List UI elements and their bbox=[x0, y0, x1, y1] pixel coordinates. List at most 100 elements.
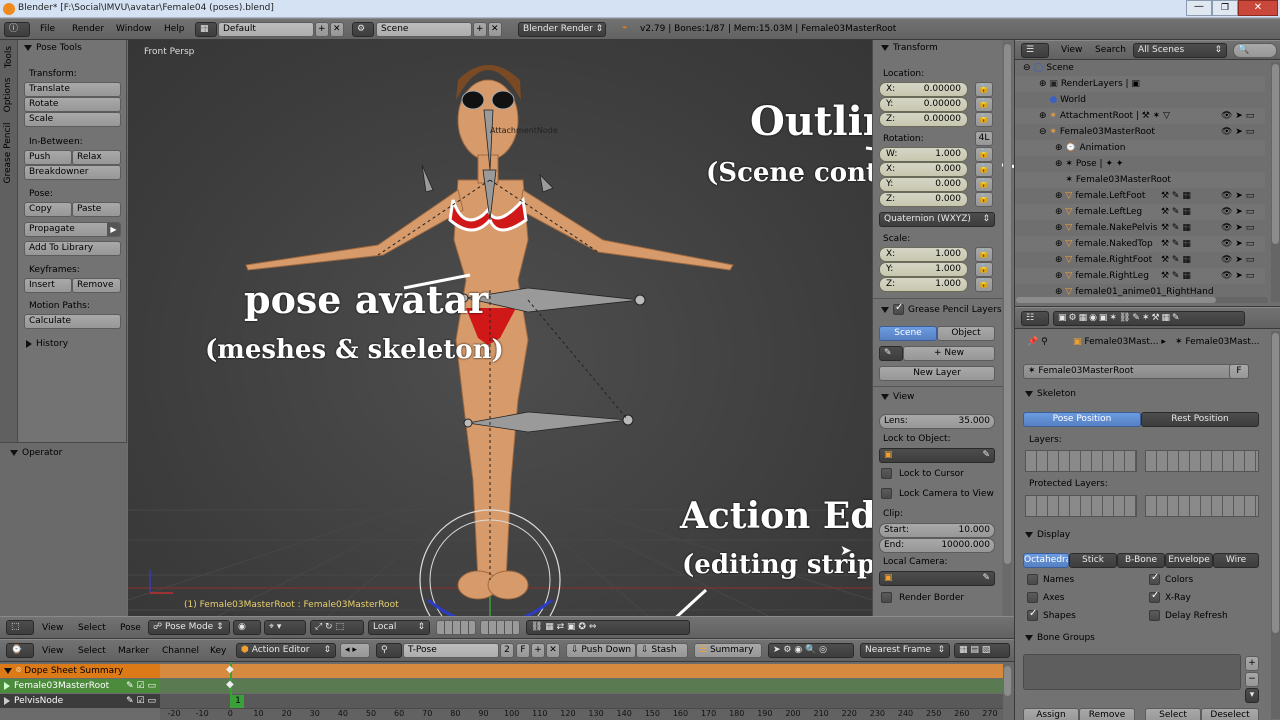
channel-female03masterroot[interactable]: Female03MasterRoot ✎ ☑ ▭ bbox=[0, 679, 160, 693]
outliner-row-female-rightleg[interactable]: ⊕ ▽ female.RightLeg ⚒ ✎ ▦ 👁 ➤ ▭ bbox=[1015, 268, 1265, 284]
gp-new-button[interactable]: + New bbox=[903, 346, 995, 361]
clip-start-field[interactable]: Start: 10.000 bbox=[879, 523, 995, 538]
local-camera-field[interactable]: ▣ ✎ bbox=[879, 571, 995, 586]
layout-select[interactable]: Default bbox=[218, 22, 314, 37]
view-panel-header[interactable]: View bbox=[881, 392, 914, 402]
lock-object-field[interactable]: ▣ ✎ bbox=[879, 448, 995, 463]
rotation-mode-select[interactable]: Quaternion (WXYZ) ⇕ bbox=[879, 212, 995, 227]
outliner-row-attachmentroot[interactable]: ⊕ ✶ AttachmentRoot | ⚒ ✶ ▽ 👁 ➤ ▭ bbox=[1015, 108, 1265, 124]
lock-to-cursor-checkbox[interactable] bbox=[881, 468, 892, 479]
render-engine-select[interactable]: Blender Render ⇕ bbox=[518, 22, 606, 37]
grease-pencil-panel-header[interactable]: Grease Pencil Layers bbox=[881, 302, 1002, 315]
location-x-field[interactable]: X: 0.00000 bbox=[879, 82, 968, 97]
properties-editor-type-button[interactable]: ☷ bbox=[1021, 311, 1049, 326]
menu-help[interactable]: Help bbox=[164, 24, 185, 34]
menu-file[interactable]: File bbox=[40, 24, 55, 34]
minimize-button[interactable]: — bbox=[1186, 0, 1212, 16]
outliner-row-renderlayers[interactable]: ⊕ ▣ RenderLayers | ▣ bbox=[1015, 76, 1265, 92]
xray-checkbox[interactable] bbox=[1149, 590, 1160, 603]
menu-window[interactable]: Window bbox=[116, 24, 152, 34]
shading-select[interactable]: ◉ bbox=[233, 620, 261, 635]
dopesheet-editor-type-button[interactable]: ⌚ bbox=[6, 643, 34, 658]
propagate-button[interactable]: Propagate ▶ bbox=[24, 222, 121, 237]
calculate-button[interactable]: Calculate bbox=[24, 314, 121, 329]
paste-pose-button[interactable]: Paste bbox=[72, 202, 121, 217]
3d-menu-pose[interactable]: Pose bbox=[120, 623, 141, 633]
outliner-row-female-nakedtop[interactable]: ⊕ ▽ female.NakedTop ⚒ ✎ ▦ 👁 ➤ ▭ bbox=[1015, 236, 1265, 252]
armature-fake-user[interactable]: F bbox=[1229, 364, 1249, 379]
lock-rotation-x-icon[interactable]: 🔒 bbox=[975, 162, 993, 177]
scene-icon[interactable]: ⚙ bbox=[352, 22, 374, 37]
ds-nav-arrows[interactable]: ◂ ▸ bbox=[340, 643, 370, 658]
tab-options[interactable]: Options bbox=[3, 75, 13, 115]
properties-context-tabs[interactable]: ▣⚙▦◉▣✶⛓✎✶⚒▦✎ bbox=[1053, 311, 1245, 326]
outliner-scrollbar[interactable] bbox=[1271, 62, 1280, 302]
render-border-checkbox[interactable] bbox=[881, 592, 892, 603]
npanel-scrollbar[interactable] bbox=[1003, 42, 1012, 616]
scale-y-field[interactable]: Y: 1.000 bbox=[879, 262, 968, 277]
layout-delete-button[interactable]: ✕ bbox=[330, 22, 344, 37]
close-window-button[interactable]: ✕ bbox=[1238, 0, 1278, 16]
protected-layers-grid-1[interactable] bbox=[1025, 495, 1137, 517]
display-stick-button[interactable]: Stick bbox=[1069, 553, 1117, 568]
summary-toggle[interactable]: ☰ Summary bbox=[694, 643, 762, 658]
armature-layers-grid-1[interactable] bbox=[1025, 450, 1137, 472]
names-checkbox[interactable] bbox=[1027, 574, 1038, 585]
translate-button[interactable]: Translate bbox=[24, 82, 121, 97]
outliner-menu-view[interactable]: View bbox=[1061, 45, 1082, 55]
rest-position-button[interactable]: Rest Position bbox=[1141, 412, 1259, 427]
insert-keyframe-button[interactable]: Insert bbox=[24, 278, 72, 293]
location-y-field[interactable]: Y: 0.00000 bbox=[879, 97, 968, 112]
mode-select[interactable]: ☍ Pose Mode ⇕ bbox=[148, 620, 230, 635]
scene-add-button[interactable]: + bbox=[473, 22, 487, 37]
clip-end-field[interactable]: End: 10000.000 bbox=[879, 538, 995, 553]
scene-select[interactable]: Scene bbox=[376, 22, 472, 37]
rotation-w-field[interactable]: W: 1.000 bbox=[879, 147, 968, 162]
breakdowner-button[interactable]: Breakdowner bbox=[24, 165, 121, 180]
orientation-select[interactable]: Local ⇕ bbox=[368, 620, 430, 635]
rotation-x-field[interactable]: X: 0.000 bbox=[879, 162, 968, 177]
transform-panel-header[interactable]: Transform bbox=[881, 43, 938, 53]
outliner-row-animation[interactable]: ⊕ ⌚ Animation bbox=[1015, 140, 1265, 156]
gp-scene-tab[interactable]: Scene bbox=[879, 326, 937, 341]
outliner-filter-select[interactable]: All Scenes ⇕ bbox=[1133, 43, 1227, 58]
scene-delete-button[interactable]: ✕ bbox=[488, 22, 502, 37]
protected-layers-grid-2[interactable] bbox=[1145, 495, 1259, 517]
ds-menu-key[interactable]: Key bbox=[210, 646, 226, 656]
lock-camera-checkbox[interactable] bbox=[881, 488, 892, 499]
action-users-count[interactable]: 2 bbox=[500, 643, 514, 658]
bone-groups-list[interactable] bbox=[1023, 654, 1241, 690]
remove-button[interactable]: Remove bbox=[1079, 708, 1135, 720]
lock-rotation-w-icon[interactable]: 🔒 bbox=[975, 147, 993, 162]
location-z-field[interactable]: Z: 0.00000 bbox=[879, 112, 968, 127]
manipulator-toggle[interactable]: ⤢ ↻ ⬚ bbox=[310, 620, 364, 635]
3d-editor-type-button[interactable]: ⬚ bbox=[6, 620, 34, 635]
push-button[interactable]: Push bbox=[24, 150, 72, 165]
bone-group-add-button[interactable]: + bbox=[1245, 656, 1259, 671]
outliner-row-scene[interactable]: ⊖ ◯ Scene bbox=[1015, 60, 1265, 76]
action-delete-button[interactable]: ✕ bbox=[546, 643, 560, 658]
ds-menu-channel[interactable]: Channel bbox=[162, 646, 199, 656]
outliner-row-female-rightfoot[interactable]: ⊕ ▽ female.RightFoot ⚒ ✎ ▦ 👁 ➤ ▭ bbox=[1015, 252, 1265, 268]
channel-dopesheet-summary[interactable]: ⌾ Dope Sheet Summary bbox=[0, 664, 160, 678]
push-down-button[interactable]: ⇩ Push Down bbox=[566, 643, 636, 658]
scale-button[interactable]: Scale bbox=[24, 112, 121, 127]
outliner-row-female-leftfoot[interactable]: ⊕ ▽ female.LeftFoot ⚒ ✎ ▦ 👁 ➤ ▭ bbox=[1015, 188, 1265, 204]
lock-scale-x-icon[interactable]: 🔒 bbox=[975, 247, 993, 262]
lock-scale-y-icon[interactable]: 🔒 bbox=[975, 262, 993, 277]
pose-position-button[interactable]: Pose Position bbox=[1023, 412, 1141, 427]
dopesheet-scrollbar[interactable] bbox=[1003, 662, 1012, 720]
rotation-4l-button[interactable]: 4L bbox=[975, 131, 993, 146]
channel-pelvisnode[interactable]: PelvisNode ✎ ☑ ▭ bbox=[0, 694, 160, 708]
outliner-row-pose[interactable]: ⊕ ✶ Pose | ✦ ✦ bbox=[1015, 156, 1265, 172]
gp-pencil-icon[interactable]: ✎ bbox=[879, 346, 903, 361]
history-panel-header[interactable]: History bbox=[26, 339, 68, 349]
display-wire-button[interactable]: Wire bbox=[1213, 553, 1259, 568]
scale-x-field[interactable]: X: 1.000 bbox=[879, 247, 968, 262]
properties-scrollbar[interactable] bbox=[1271, 331, 1280, 719]
select-button[interactable]: Select bbox=[1145, 708, 1201, 720]
frame-ruler[interactable]: -20 -10 0 10 20 30 40 50 60 70 80 90 100 110 120 130 140… bbox=[160, 708, 1004, 720]
armature-layers-grid-2[interactable] bbox=[1145, 450, 1259, 472]
stash-button[interactable]: ⇩ Stash bbox=[636, 643, 688, 658]
outliner-row-female03masterroot[interactable]: ⊖ ✶ Female03MasterRoot 👁 ➤ ▭ bbox=[1015, 124, 1265, 140]
